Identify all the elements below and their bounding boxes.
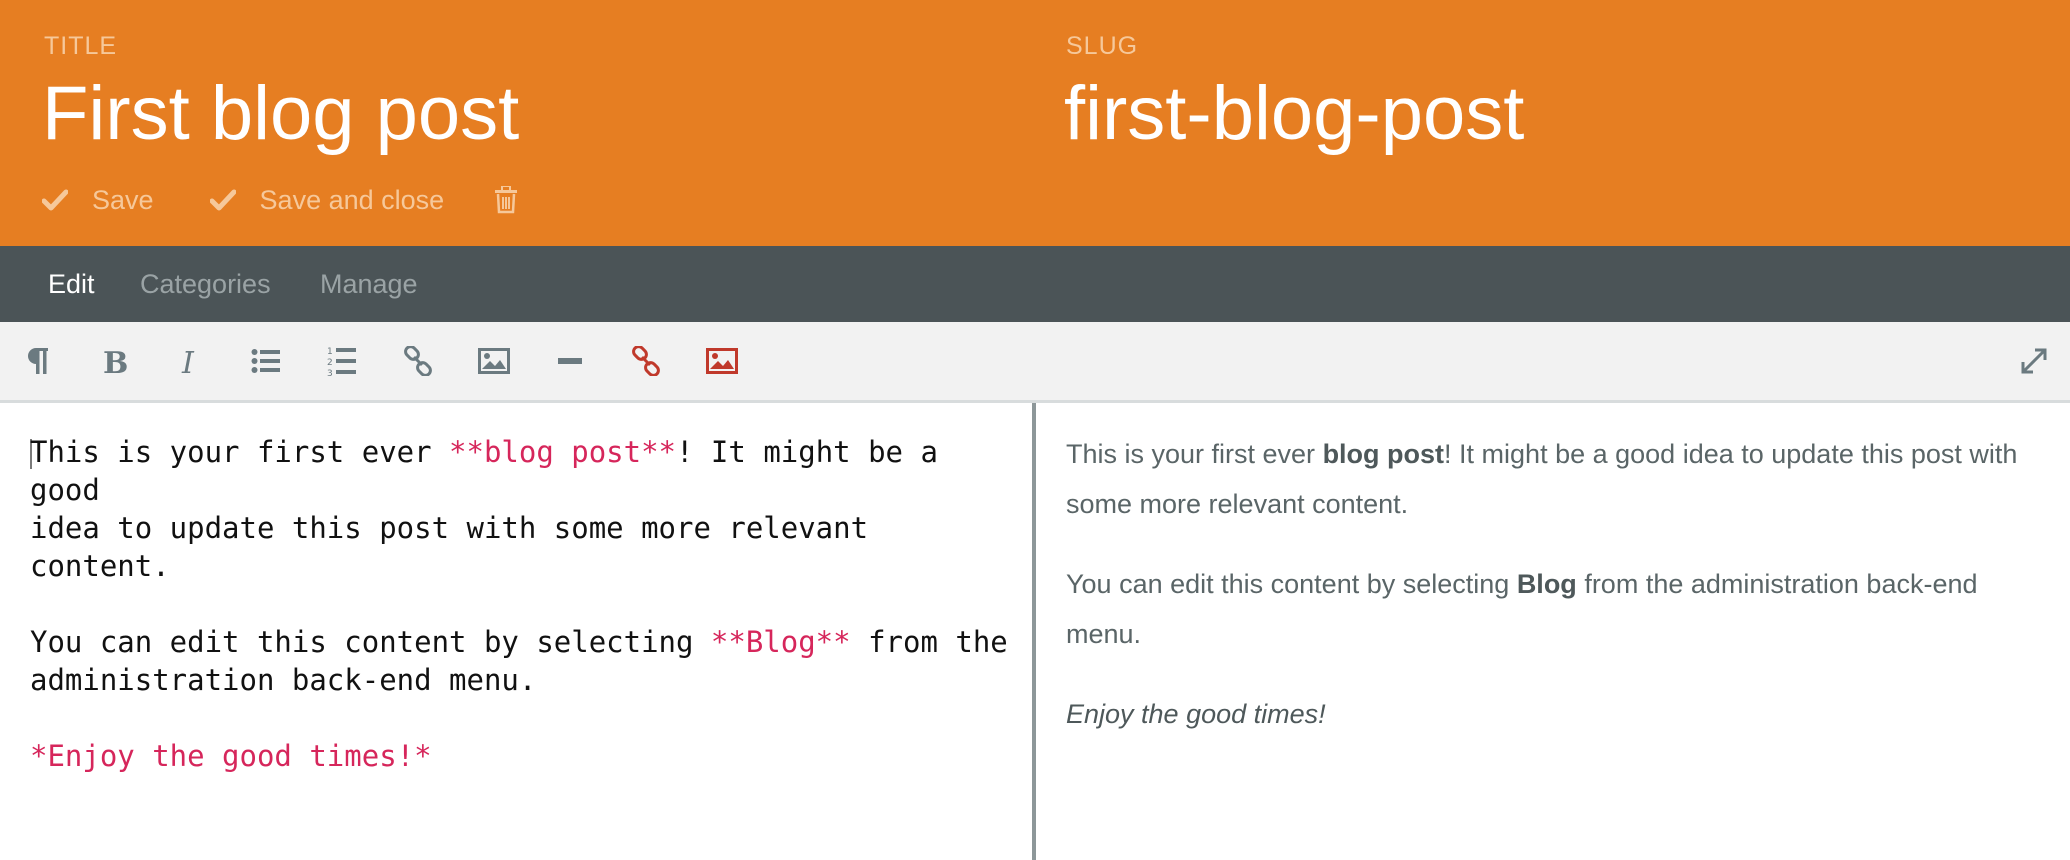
horizontal-rule-icon (558, 358, 582, 364)
bold-button[interactable]: B (90, 337, 138, 385)
source-text: You can edit this content by selecting (30, 625, 711, 659)
title-input[interactable]: First blog post (42, 70, 519, 157)
post-header: TITLE First blog post SLUG first-blog-po… (0, 0, 2070, 246)
markdown-editor[interactable]: This is your first ever **blog post**! I… (0, 403, 1032, 860)
fullscreen-button[interactable] (2010, 337, 2058, 385)
preview-italic: Enjoy the good times! (1066, 699, 1326, 729)
source-text: This is your first ever (30, 435, 450, 469)
preview-bold: Blog (1516, 569, 1577, 599)
slug-label: SLUG (1066, 32, 1139, 60)
save-label: Save (92, 184, 154, 215)
image-icon (478, 348, 510, 374)
check-icon (42, 189, 68, 211)
check-icon (209, 189, 236, 211)
preview-text: You can edit this content by selecting (1066, 569, 1517, 599)
media-image-button[interactable] (698, 337, 746, 385)
svg-text:2: 2 (327, 358, 333, 368)
source-bold-markup: **blog post** (449, 435, 677, 469)
image-button[interactable] (470, 337, 518, 385)
svg-text:I: I (181, 346, 195, 376)
slug-input[interactable]: first-blog-post (1064, 70, 1524, 157)
bullet-list-icon (251, 349, 280, 373)
tab-edit[interactable]: Edit (48, 246, 95, 322)
preview-bold: blog post (1322, 439, 1445, 469)
media-link-button[interactable] (622, 337, 670, 385)
save-and-close-label: Save and close (259, 184, 445, 215)
svg-text:B: B (103, 346, 128, 376)
delete-button[interactable] (494, 186, 518, 214)
bold-icon: B (103, 346, 128, 376)
numbered-list-button[interactable]: 1 2 3 (318, 337, 366, 385)
preview-text: This is your first ever (1066, 439, 1323, 469)
save-and-close-button[interactable]: Save and close (209, 184, 445, 216)
tab-categories[interactable]: Categories (140, 246, 271, 322)
paragraph-button[interactable] (14, 337, 62, 385)
markdown-preview: This is your first ever blog post! It mi… (1036, 403, 2070, 860)
paragraph-icon (28, 348, 48, 374)
preview-paragraph: This is your first ever blog post! It mi… (1066, 429, 2056, 529)
editor-toolbar: B I 1 2 3 (0, 322, 2070, 403)
trash-icon (495, 186, 518, 214)
source-bold-markup: **Blog** (710, 625, 851, 659)
svg-text:1: 1 (327, 347, 333, 357)
tab-bar: Edit Categories Manage (0, 246, 2070, 322)
tab-manage[interactable]: Manage (320, 246, 418, 322)
media-image-icon (706, 348, 738, 374)
numbered-list-icon: 1 2 3 (327, 347, 356, 377)
fullscreen-icon (2021, 348, 2047, 374)
media-link-icon (632, 346, 660, 376)
title-label: TITLE (44, 32, 118, 60)
preview-content: This is your first ever blog post! It mi… (1066, 429, 2056, 769)
link-button[interactable] (394, 337, 442, 385)
horizontal-rule-button[interactable] (546, 337, 594, 385)
link-icon (404, 346, 432, 376)
form-actions: Save Save and close (42, 178, 518, 222)
save-button[interactable]: Save (42, 185, 154, 216)
italic-icon: I (181, 346, 195, 376)
markdown-source[interactable]: This is your first ever **blog post**! I… (30, 433, 1010, 775)
preview-paragraph: Enjoy the good times! (1066, 689, 2056, 739)
italic-button[interactable]: I (166, 337, 214, 385)
bullet-list-button[interactable] (242, 337, 290, 385)
svg-text:3: 3 (327, 369, 333, 377)
preview-paragraph: You can edit this content by selecting B… (1066, 559, 2056, 659)
source-italic-markup: *Enjoy the good times!* (30, 739, 432, 773)
